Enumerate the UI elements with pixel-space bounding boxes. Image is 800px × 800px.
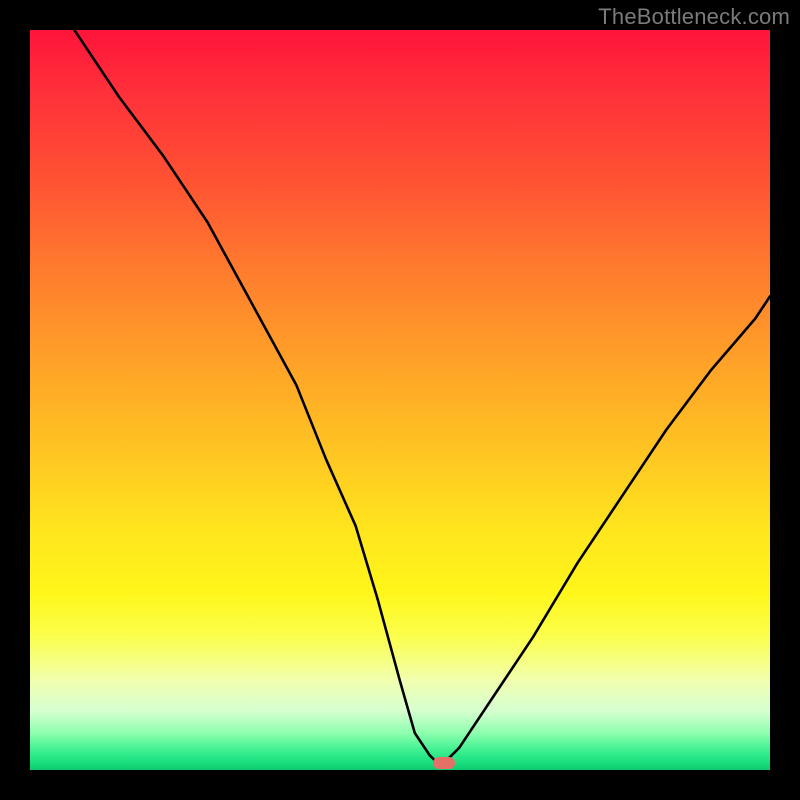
optimal-point-marker bbox=[433, 757, 455, 769]
watermark-text: TheBottleneck.com bbox=[598, 4, 790, 30]
bottleneck-curve bbox=[30, 30, 770, 770]
plot-area bbox=[30, 30, 770, 770]
chart-frame: TheBottleneck.com bbox=[0, 0, 800, 800]
